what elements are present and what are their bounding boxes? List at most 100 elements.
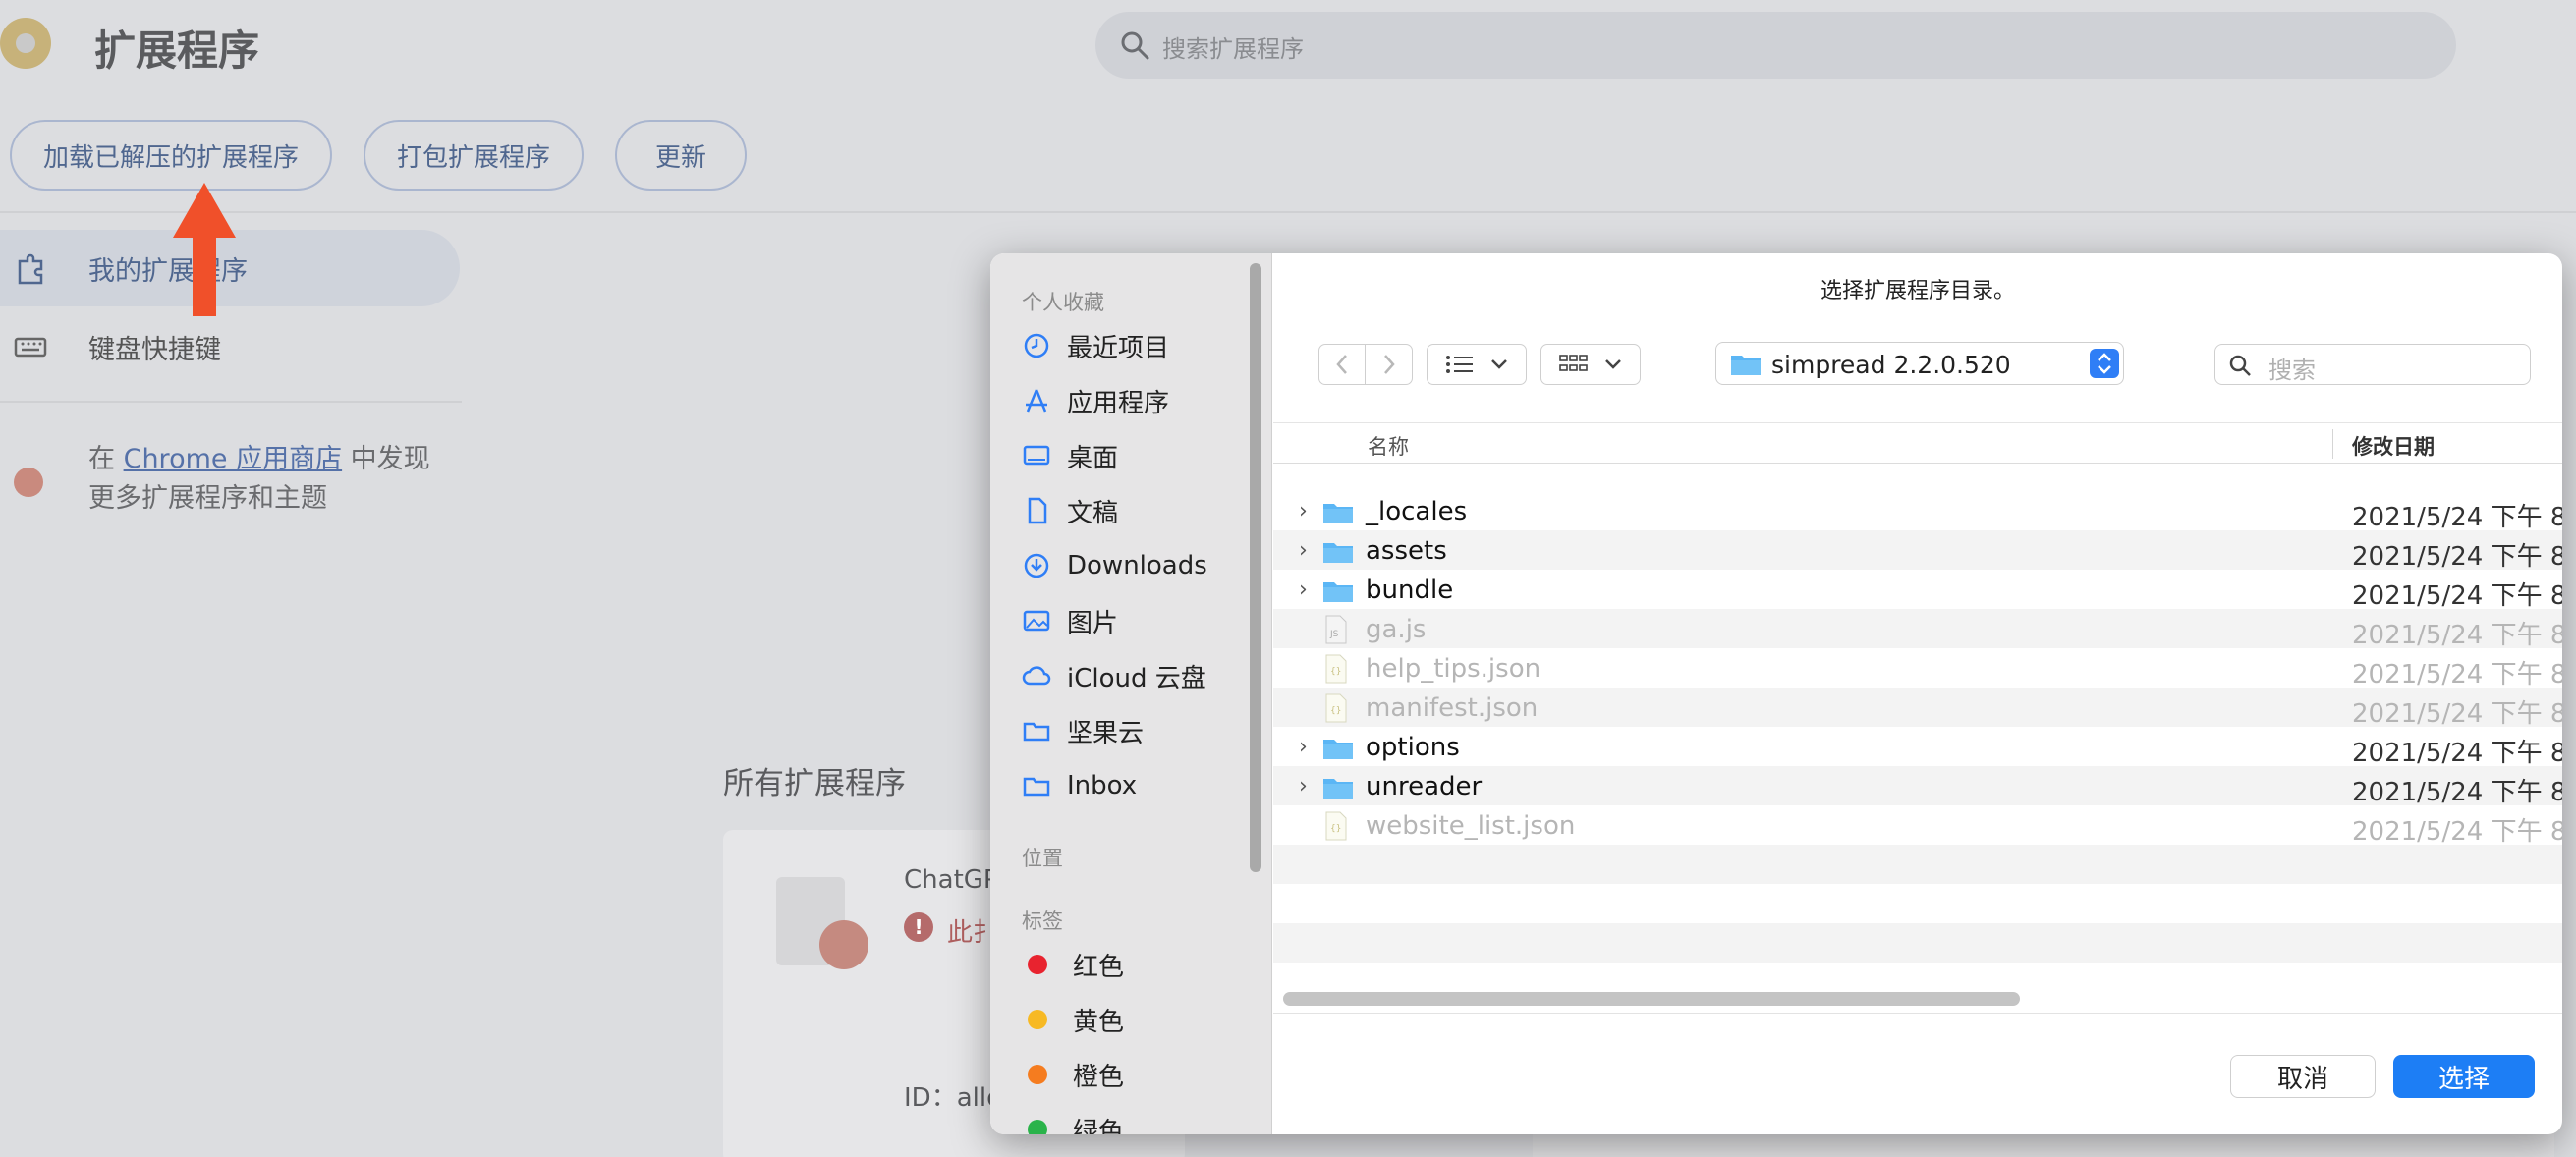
tag-orange[interactable]: 橙色 bbox=[1022, 1055, 1124, 1094]
sidebar-item-icloud[interactable]: iCloud 云盘 bbox=[1022, 656, 1206, 695]
back-button[interactable] bbox=[1319, 345, 1367, 384]
download-icon bbox=[1024, 553, 1049, 578]
pack-extension-button[interactable]: 打包扩展程序 bbox=[364, 120, 584, 191]
chevron-left-icon bbox=[1336, 355, 1347, 374]
chevron-right-icon[interactable]: › bbox=[1299, 499, 1308, 523]
file-name: help_tips.json bbox=[1366, 654, 1541, 684]
chevron-right-icon[interactable]: › bbox=[1299, 538, 1308, 563]
file-date: 2021/5/24 下午 8: bbox=[2352, 817, 2562, 847]
list-icon bbox=[1446, 356, 1473, 373]
empty-row bbox=[1273, 923, 2562, 963]
store-prefix: 在 bbox=[88, 444, 124, 474]
file-name: website_list.json bbox=[1366, 811, 1576, 841]
dialog-search-input[interactable]: 搜索 bbox=[2214, 344, 2531, 385]
applications-icon bbox=[1026, 389, 1047, 413]
sidebar-item-label: iCloud 云盘 bbox=[1067, 663, 1206, 693]
sidebar-item-label: 应用程序 bbox=[1067, 388, 1170, 418]
tag-dot-icon bbox=[1028, 1120, 1047, 1134]
load-unpacked-button[interactable]: 加载已解压的扩展程序 bbox=[10, 120, 332, 191]
chrome-logo-icon bbox=[0, 18, 51, 69]
list-item[interactable]: › assets 2021/5/24 下午 8:0 bbox=[1273, 530, 2562, 572]
column-modified[interactable]: 修改日期 bbox=[2352, 431, 2435, 461]
extension-badge-icon bbox=[819, 920, 868, 969]
group-view-button[interactable] bbox=[1540, 344, 1641, 385]
tags-heading: 标签 bbox=[1022, 909, 1063, 933]
file-name: bundle bbox=[1366, 576, 1454, 605]
tag-green[interactable]: 绿色 bbox=[1022, 1110, 1124, 1134]
chevron-down-icon bbox=[1605, 359, 1621, 369]
list-item[interactable]: › options 2021/5/24 下午 8:0 bbox=[1273, 727, 2562, 768]
favorites-heading: 个人收藏 bbox=[1022, 291, 1104, 314]
cloud-icon bbox=[1022, 666, 1051, 686]
list-item[interactable]: › bundle 2021/5/24 下午 8:0 bbox=[1273, 570, 2562, 611]
tag-label: 橙色 bbox=[1073, 1062, 1125, 1092]
sidebar-item-label: 坚果云 bbox=[1067, 718, 1145, 748]
puzzle-icon bbox=[18, 253, 43, 285]
sidebar-item-jianguoyun[interactable]: 坚果云 bbox=[1022, 711, 1144, 750]
sidebar-item-recents[interactable]: 最近项目 bbox=[1022, 326, 1169, 365]
chevron-right-icon bbox=[1383, 355, 1395, 374]
tag-dot-icon bbox=[1028, 1065, 1047, 1084]
file-date: 2021/5/24 下午 8:0 bbox=[2352, 778, 2562, 807]
web-store-icon bbox=[14, 468, 43, 497]
chevron-right-icon[interactable]: › bbox=[1299, 735, 1308, 759]
search-placeholder: 搜索扩展程序 bbox=[1162, 35, 1304, 63]
store-line2: 更多扩展程序和主题 bbox=[88, 483, 327, 514]
dialog-main: 选择扩展程序目录。 simpread 2.2.0.520 搜索 名称 修改日期 … bbox=[1273, 253, 2562, 1134]
extensions-search-input[interactable]: 搜索扩展程序 bbox=[1095, 12, 2456, 79]
sidebar-divider bbox=[0, 401, 462, 403]
sidebar-item-label: Inbox bbox=[1067, 771, 1138, 800]
sidebar-item-keyboard-shortcuts[interactable]: 键盘快捷键 bbox=[0, 308, 460, 385]
header-divider bbox=[0, 211, 2576, 213]
chevron-right-icon[interactable]: › bbox=[1299, 578, 1308, 602]
web-store-link[interactable]: Chrome 应用商店 bbox=[124, 444, 343, 474]
file-name: _locales bbox=[1366, 497, 1468, 526]
file-date: 2021/5/24 下午 8: bbox=[2352, 660, 2562, 689]
sidebar-item-downloads[interactable]: Downloads bbox=[1022, 546, 1207, 585]
sidebar-item-label: 文稿 bbox=[1067, 498, 1119, 528]
tag-yellow[interactable]: 黄色 bbox=[1022, 1000, 1124, 1039]
folder-path-select[interactable]: simpread 2.2.0.520 bbox=[1715, 342, 2124, 385]
file-list: › _locales 2021/5/24 下午 8:0 › assets 202… bbox=[1273, 491, 2562, 963]
grid-icon bbox=[1559, 355, 1588, 371]
file-name: options bbox=[1366, 733, 1460, 762]
current-folder-name: simpread 2.2.0.520 bbox=[1771, 351, 2011, 379]
tag-label: 黄色 bbox=[1073, 1007, 1125, 1037]
list-item: {} website_list.json 2021/5/24 下午 8: bbox=[1273, 805, 2562, 847]
json-file-icon: {} bbox=[1325, 811, 1347, 841]
sidebar-item-applications[interactable]: 应用程序 bbox=[1022, 381, 1169, 420]
page-title: 扩展程序 bbox=[94, 27, 260, 75]
search-icon bbox=[1121, 31, 1149, 60]
sidebar-item-label: 桌面 bbox=[1067, 443, 1119, 473]
update-button[interactable]: 更新 bbox=[615, 120, 747, 191]
file-name: ga.js bbox=[1366, 615, 1427, 644]
select-button[interactable]: 选择 bbox=[2393, 1055, 2535, 1098]
svg-text:{}: {} bbox=[1330, 706, 1341, 716]
tag-red[interactable]: 红色 bbox=[1022, 945, 1124, 984]
sidebar-scrollbar[interactable] bbox=[1250, 263, 1261, 872]
folder-icon bbox=[1323, 779, 1353, 799]
chevron-right-icon[interactable]: › bbox=[1299, 774, 1308, 799]
folder-icon bbox=[1023, 722, 1050, 742]
document-icon bbox=[1028, 497, 1047, 524]
folder-picker-dialog: 个人收藏 最近项目 应用程序 桌面 文稿 Downloads 图片 iCloud… bbox=[990, 253, 2562, 1134]
search-placeholder: 搜索 bbox=[2268, 357, 2316, 384]
stepper-icon bbox=[2090, 349, 2119, 378]
list-item[interactable]: › unreader 2021/5/24 下午 8:0 bbox=[1273, 766, 2562, 807]
sidebar-item-label: Downloads bbox=[1067, 551, 1207, 580]
clock-icon bbox=[1024, 333, 1049, 358]
sidebar-item-documents[interactable]: 文稿 bbox=[1022, 491, 1118, 530]
sidebar-item-desktop[interactable]: 桌面 bbox=[1022, 436, 1118, 475]
forward-button[interactable] bbox=[1366, 345, 1412, 384]
list-view-button[interactable] bbox=[1427, 344, 1527, 385]
list-item[interactable]: › _locales 2021/5/24 下午 8:0 bbox=[1273, 491, 2562, 532]
column-name[interactable]: 名称 bbox=[1368, 431, 1409, 461]
list-item: JS ga.js 2021/5/24 下午 8: bbox=[1273, 609, 2562, 650]
sidebar-item-pictures[interactable]: 图片 bbox=[1022, 601, 1118, 640]
cancel-button[interactable]: 取消 bbox=[2230, 1055, 2376, 1098]
chevron-down-icon bbox=[1491, 359, 1507, 369]
horizontal-scrollbar[interactable] bbox=[1283, 992, 2020, 1006]
history-nav bbox=[1318, 344, 1413, 385]
sidebar-item-inbox[interactable]: Inbox bbox=[1022, 766, 1137, 805]
file-date: 2021/5/24 下午 8:0 bbox=[2352, 542, 2562, 572]
